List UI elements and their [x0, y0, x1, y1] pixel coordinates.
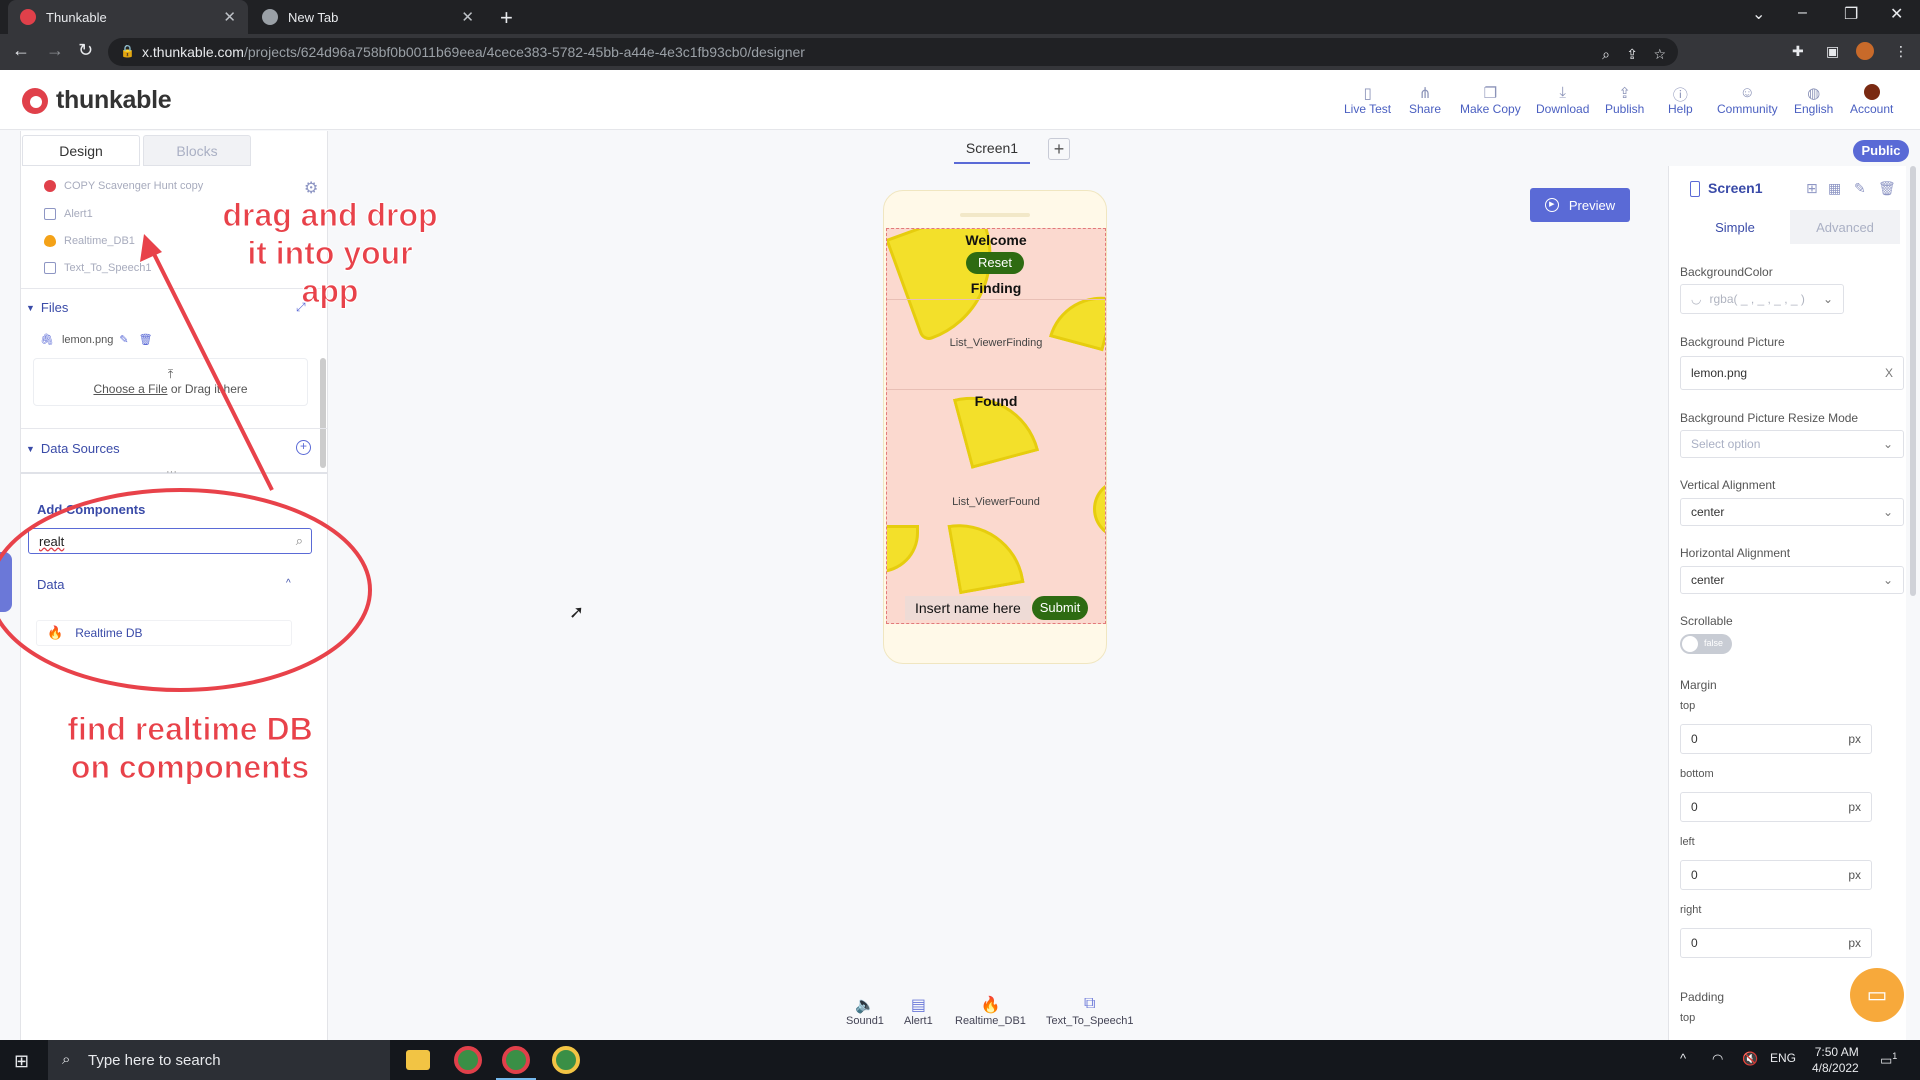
annotation-find-text: find realtime DB on components [50, 710, 330, 786]
annotation-line: find realtime DB [67, 711, 313, 748]
annotation-line: it into your [247, 235, 413, 272]
windows-start-icon[interactable]: ⊞ [14, 1051, 29, 1072]
annotation-line: drag and drop [222, 197, 438, 234]
annotation-circle [0, 488, 372, 692]
windows-taskbar: ⊞ ⌕ Type here to search ^ ◠ 🔇 ENG 7:50 A… [0, 1040, 1920, 1080]
search-icon: ⌕ [62, 1051, 71, 1068]
taskbar-search[interactable]: ⌕ Type here to search [48, 1040, 390, 1080]
clock-time: 7:50 AM [1814, 1045, 1859, 1059]
tray-chevron-icon[interactable]: ^ [1680, 1051, 1686, 1066]
annotation-line: on components [70, 749, 310, 786]
notification-count: 1 [1892, 1051, 1898, 1061]
chrome-icon[interactable] [552, 1046, 580, 1074]
annotation-overlay [0, 234, 372, 692]
taskbar-search-placeholder: Type here to search [88, 1051, 221, 1069]
annotation-line: app [301, 273, 359, 310]
notification-icon[interactable]: ▭1 [1880, 1051, 1897, 1068]
taskbar-clock[interactable]: 7:50 AM 4/8/2022 [1812, 1044, 1859, 1076]
clock-date: 4/8/2022 [1812, 1061, 1859, 1075]
annotation-drag-text: drag and drop it into your app [210, 196, 450, 310]
chrome-icon[interactable] [502, 1046, 530, 1074]
file-explorer-icon[interactable] [406, 1050, 430, 1070]
wifi-icon[interactable]: ◠ [1712, 1051, 1723, 1067]
language-indicator[interactable]: ENG [1770, 1051, 1796, 1065]
annotation-arrow-head [140, 234, 162, 262]
volume-icon[interactable]: 🔇 [1742, 1051, 1758, 1067]
chrome-icon[interactable] [454, 1046, 482, 1074]
